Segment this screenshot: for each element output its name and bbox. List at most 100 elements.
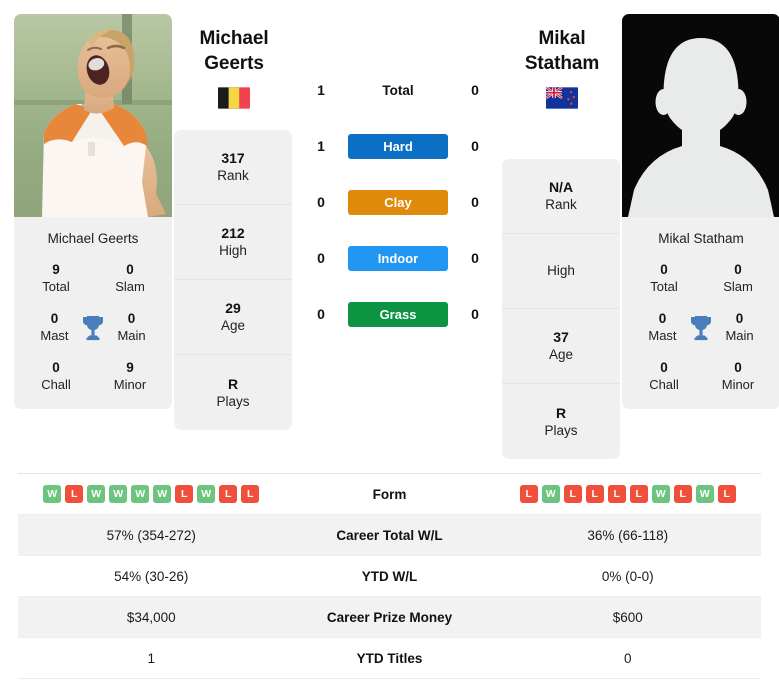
- left-player-photo[interactable]: [14, 14, 172, 217]
- h2h-left-score: 1: [317, 82, 325, 98]
- h2h-row-total: 1 Total 0: [294, 62, 502, 118]
- left-titles-minor: 9 Minor: [113, 360, 147, 393]
- right-titles-row-total-slam: 0 Total 0 Slam: [632, 262, 770, 295]
- form-badge-win[interactable]: W: [43, 485, 62, 504]
- left-age-cell: 29 Age: [174, 280, 292, 356]
- right-titles-mast: 0 Mast: [648, 311, 677, 343]
- right-titles-total: 0 Total: [650, 262, 678, 294]
- table-row: 1 YTD Titles 0: [18, 638, 761, 680]
- stat-label: Career Prize Money: [326, 609, 453, 625]
- right-titles-slam: 0 Slam: [723, 262, 753, 294]
- h2h-row-hard: 1 Hard 0: [294, 118, 502, 174]
- right-player-photo-column: Mikal Statham 0 Total 0 Slam 0 Mast 0 Ma…: [622, 14, 779, 410]
- right-player-photo-name: Mikal Statham: [658, 231, 744, 246]
- form-badge-loss[interactable]: L: [175, 485, 194, 504]
- left-rank-cell: 317 Rank: [174, 130, 292, 206]
- left-titles-row-chall-minor: 0 Chall 9 Minor: [24, 360, 162, 393]
- right-titles-row-chall-minor: 0 Chall 0 Minor: [632, 360, 770, 393]
- h2h-right-score: 0: [471, 306, 479, 322]
- form-badge-win[interactable]: W: [695, 485, 714, 504]
- form-badge-win[interactable]: W: [197, 485, 216, 504]
- left-titles-grid: 9 Total 0 Slam 0 Mast 0 Main 0 Chall 9 M…: [14, 262, 172, 409]
- right-titles-minor: 0 Minor: [721, 360, 755, 393]
- left-form-value: WLWWWWLWLL: [18, 485, 285, 504]
- right-player-last-name: Statham: [524, 53, 600, 75]
- right-ytd-w-l-value: 0% (0-0): [601, 568, 654, 584]
- right-titles-main: 0 Main: [725, 311, 754, 343]
- h2h-right-score: 0: [471, 138, 479, 154]
- left-player-photo-name: Michael Geerts: [47, 231, 139, 246]
- left-titles-mast: 0 Mast: [40, 311, 69, 343]
- h2h-row-grass: 0 Grass 0: [294, 286, 502, 342]
- right-career-prize-money-value: $600: [612, 609, 643, 625]
- left-titles-chall: 0 Chall: [41, 360, 71, 393]
- form-badge-loss[interactable]: L: [585, 485, 604, 504]
- h2h-right-score: 0: [471, 250, 479, 266]
- right-ytd-titles-value: 0: [623, 650, 632, 666]
- left-titles-main: 0 Main: [117, 311, 146, 343]
- comparison-header: Michael Geerts 9 Total 0 Slam 0 Mast 0 M…: [0, 0, 779, 460]
- left-player-first-name: Michael: [199, 28, 269, 49]
- surface-badge-label[interactable]: Clay: [348, 189, 448, 215]
- right-high-cell: High: [502, 234, 620, 310]
- stats-comparison-table: W L W W W W L W L L Form L W L L L L W L W L 57% (354-272) Car…: [18, 473, 762, 680]
- left-player-last-name: Geerts: [204, 53, 264, 75]
- left-player-card: Michael Geerts 9 Total 0 Slam 0 Mast 0 M…: [14, 14, 172, 410]
- table-row: 54% (30-26) YTD W/L 0% (0-0): [18, 556, 761, 598]
- right-career-total-w-l-value: 36% (66-118): [587, 527, 669, 543]
- trophy-icon-svg: [82, 315, 103, 340]
- left-ytd-w-l-value: 54% (30-26): [114, 568, 189, 584]
- left-titles-slam: 0 Slam: [115, 262, 145, 294]
- h2h-total-label: Total: [382, 82, 414, 98]
- right-player-name[interactable]: Mikal Statham: [502, 26, 622, 76]
- form-badge-loss[interactable]: L: [607, 485, 626, 504]
- left-player-flag-wrap: [174, 87, 294, 109]
- stat-label: YTD Titles: [356, 650, 423, 666]
- left-ytd-titles-value: 1: [147, 650, 155, 666]
- stat-label: YTD W/L: [361, 568, 418, 584]
- surface-badge-indoor: Indoor: [348, 245, 448, 271]
- left-player-photo-column: Michael Geerts 9 Total 0 Slam 0 Mast 0 M…: [14, 14, 174, 410]
- form-badge-loss[interactable]: L: [717, 485, 736, 504]
- right-player-info-column: Mikal Statham N/A Rank High 37 Age R Pla…: [502, 14, 622, 460]
- form-badge-win[interactable]: W: [131, 485, 150, 504]
- form-badge-win[interactable]: W: [109, 485, 128, 504]
- form-badge-loss[interactable]: L: [65, 485, 84, 504]
- head-to-head-list: 1 Total 0 1 Hard 0 0 Clay 0 0 Indoor 0 0 Grass 0: [294, 62, 502, 342]
- h2h-left-score: 0: [317, 194, 325, 210]
- right-rank-cell: N/A Rank: [502, 159, 620, 235]
- surface-badge-label[interactable]: Grass: [348, 301, 448, 327]
- player-silhouette-placeholder-icon: [622, 14, 779, 217]
- form-badge-win[interactable]: W: [651, 485, 670, 504]
- left-player-name[interactable]: Michael Geerts: [174, 26, 294, 76]
- right-player-card: Mikal Statham 0 Total 0 Slam 0 Mast 0 Ma…: [622, 14, 779, 410]
- form-badge-loss[interactable]: L: [673, 485, 692, 504]
- form-badge-loss[interactable]: L: [563, 485, 582, 504]
- surface-badge-label[interactable]: Indoor: [348, 245, 448, 271]
- stat-label: Career Total W/L: [336, 527, 443, 543]
- h2h-row-clay: 0 Clay 0: [294, 174, 502, 230]
- form-badge-loss[interactable]: L: [219, 485, 238, 504]
- stat-label: Form: [372, 486, 407, 502]
- form-badge-win[interactable]: W: [153, 485, 172, 504]
- table-row: W L W W W W L W L L Form L W L L L L W L W L: [18, 474, 762, 516]
- form-badge-loss[interactable]: L: [629, 485, 648, 504]
- h2h-right-score: 0: [471, 194, 479, 210]
- right-form-value: LWLLLLWLWL: [495, 485, 762, 504]
- right-player-first-name: Mikal: [538, 28, 586, 49]
- form-badge-loss[interactable]: L: [519, 485, 538, 504]
- left-rank-card: 317 Rank 212 High 29 Age R Plays: [174, 130, 292, 431]
- right-player-flag-wrap: [502, 87, 622, 109]
- form-badge-loss[interactable]: L: [241, 485, 260, 504]
- left-titles-total: 9 Total: [42, 262, 70, 294]
- surface-badge-label[interactable]: Hard: [348, 133, 448, 159]
- h2h-total-label-wrap: Total: [348, 83, 448, 98]
- belgium-flag: [218, 87, 250, 109]
- right-player-photo[interactable]: [622, 14, 779, 217]
- left-career-total-w-l-value: 57% (354-272): [106, 527, 196, 543]
- right-form-strip: LWLLLLWLWL: [495, 485, 762, 504]
- table-row: $34,000 Career Prize Money $600: [18, 597, 761, 639]
- h2h-left-score: 0: [317, 306, 325, 322]
- form-badge-win[interactable]: W: [541, 485, 560, 504]
- form-badge-win[interactable]: W: [87, 485, 106, 504]
